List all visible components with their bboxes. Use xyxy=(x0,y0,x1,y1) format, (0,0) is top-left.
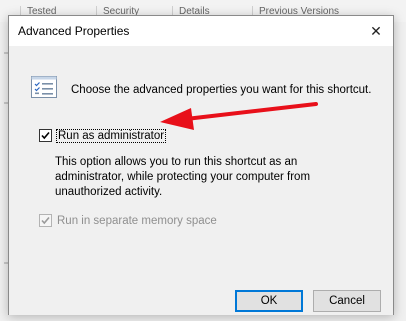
close-icon: ✕ xyxy=(370,22,382,39)
dialog-content: Choose the advanced properties you want … xyxy=(9,46,393,315)
advanced-properties-dialog: Advanced Properties ✕ Choose the advance… xyxy=(8,15,394,315)
cancel-button[interactable]: Cancel xyxy=(313,290,381,312)
run-as-admin-description: This option allows you to run this short… xyxy=(55,156,311,198)
separate-memory-label: Run in separate memory space xyxy=(57,214,217,227)
ok-button[interactable]: OK xyxy=(235,290,303,312)
checkmark-icon xyxy=(41,216,50,225)
run-as-admin-label[interactable]: Run as administrator xyxy=(55,128,167,143)
intro-text: Choose the advanced properties you want … xyxy=(71,84,372,96)
dialog-title: Advanced Properties xyxy=(18,24,130,38)
properties-list-icon xyxy=(31,76,57,98)
separate-memory-row: Run in separate memory space xyxy=(39,214,217,227)
separate-memory-checkbox xyxy=(39,214,52,227)
dialog-titlebar[interactable]: Advanced Properties ✕ xyxy=(9,16,393,46)
close-button[interactable]: ✕ xyxy=(359,16,393,46)
run-as-admin-row[interactable]: Run as administrator xyxy=(39,128,167,143)
checkmark-icon xyxy=(41,131,50,140)
run-as-admin-checkbox[interactable] xyxy=(39,129,52,142)
